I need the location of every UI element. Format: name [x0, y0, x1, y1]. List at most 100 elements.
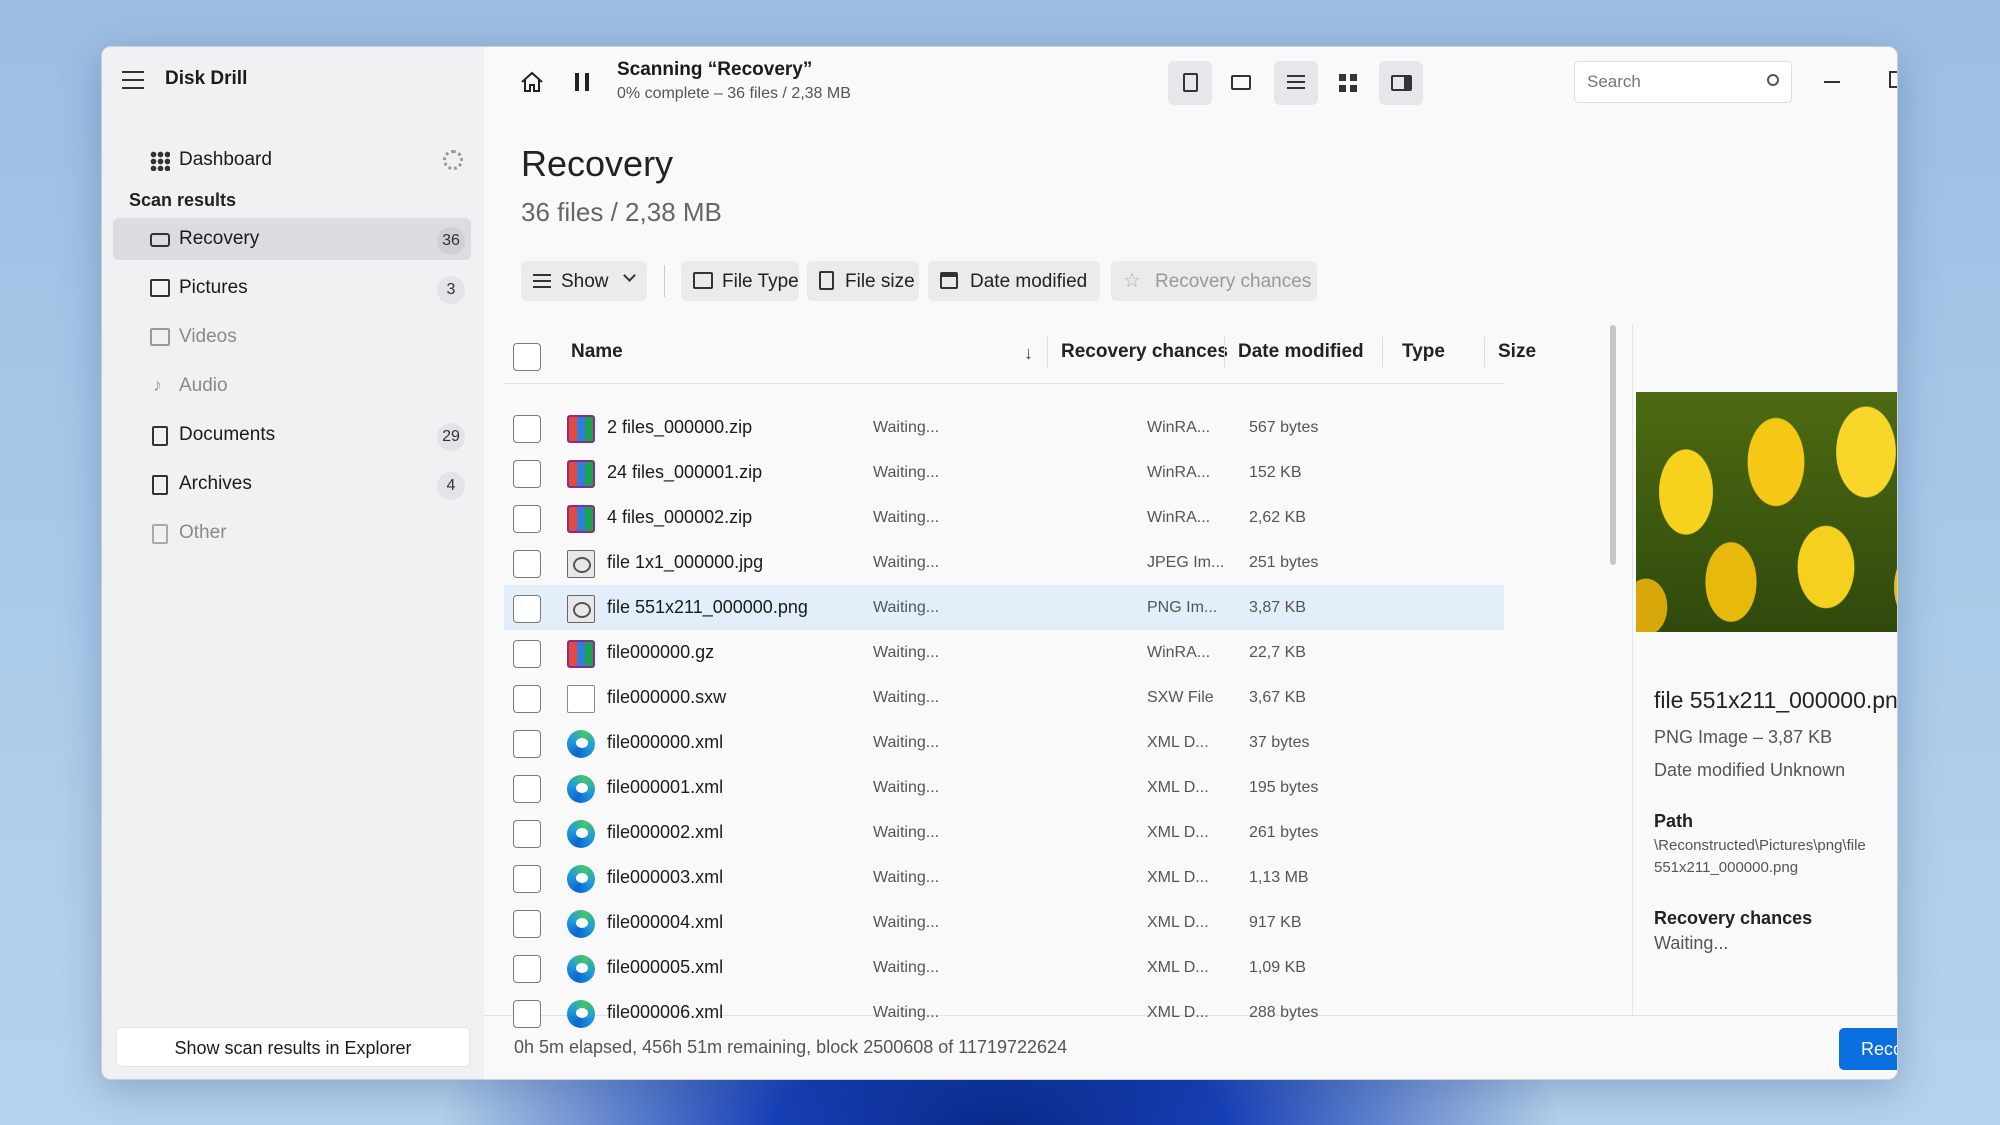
- chip-label: Show: [561, 271, 609, 292]
- select-all-checkbox[interactable]: [513, 343, 541, 371]
- row-checkbox[interactable]: [513, 415, 541, 443]
- file-type: XML D...: [1147, 914, 1209, 931]
- folder-view-button[interactable]: [1219, 61, 1263, 105]
- file-name: 2 files_000000.zip: [607, 417, 753, 437]
- column-header-type[interactable]: Type: [1402, 341, 1445, 363]
- row-checkbox[interactable]: [513, 955, 541, 983]
- show-filter-dropdown[interactable]: Show: [521, 261, 647, 301]
- row-checkbox[interactable]: [513, 910, 541, 938]
- hamburger-menu-icon[interactable]: [122, 71, 144, 89]
- table-row[interactable]: file000003.xml Waiting... XML D... 1,13 MB: [504, 855, 1504, 900]
- recovery-status: Waiting...: [873, 914, 940, 931]
- file-name: file 551x211_000000.png: [607, 597, 808, 617]
- row-checkbox[interactable]: [513, 775, 541, 803]
- maximize-button[interactable]: [1889, 71, 1897, 88]
- path-value-line2: 551x211_000000.png: [1654, 859, 1799, 876]
- table-row[interactable]: 2 files_000000.zip Waiting... WinRA... 567 …: [504, 405, 1504, 450]
- sidebar-item-label: Videos: [179, 326, 237, 347]
- row-checkbox[interactable]: [513, 595, 541, 623]
- sidebar-item-archives[interactable]: Archives 4: [113, 463, 471, 505]
- recovery-chances-filter[interactable]: ☆ Recovery chances: [1111, 261, 1317, 301]
- file-name: 24 files_000001.zip: [607, 462, 763, 482]
- xml-file-icon: [567, 820, 595, 848]
- sidebar-item-label: Pictures: [179, 277, 248, 298]
- preview-pane-icon: [1391, 75, 1412, 91]
- row-checkbox[interactable]: [513, 1000, 541, 1028]
- table-row[interactable]: file000006.xml Waiting... XML D... 288 byte…: [504, 990, 1504, 1035]
- sidebar-item-audio[interactable]: ♪ Audio: [113, 365, 471, 407]
- sidebar-item-label: Recovery: [179, 228, 260, 249]
- file-type: XML D...: [1147, 824, 1209, 841]
- sort-down-icon[interactable]: ↓: [1024, 343, 1033, 364]
- file-size-filter[interactable]: File size: [807, 261, 919, 301]
- show-in-explorer-button[interactable]: Show scan results in Explorer: [116, 1027, 470, 1067]
- pause-icon[interactable]: [575, 73, 589, 91]
- scrollbar[interactable]: [1610, 325, 1616, 565]
- minimize-button[interactable]: [1824, 81, 1840, 83]
- date-modified-filter[interactable]: Date modified: [928, 261, 1100, 301]
- search-field[interactable]: [1587, 72, 1747, 92]
- picture-icon: [150, 279, 170, 297]
- sidebar-item-videos[interactable]: Videos: [113, 316, 471, 358]
- file-type-filter[interactable]: File Type: [681, 261, 799, 301]
- sidebar-item-other[interactable]: Other: [113, 512, 471, 554]
- row-checkbox[interactable]: [513, 730, 541, 758]
- table-row[interactable]: 4 files_000002.zip Waiting... WinRA... 2,62…: [504, 495, 1504, 540]
- row-checkbox[interactable]: [513, 505, 541, 533]
- sidebar-item-recovery[interactable]: Recovery 36: [113, 218, 471, 260]
- column-header-recovery[interactable]: Recovery chances: [1061, 341, 1228, 363]
- table-row[interactable]: file000004.xml Waiting... XML D... 917 KB: [504, 900, 1504, 945]
- row-checkbox[interactable]: [513, 640, 541, 668]
- row-checkbox[interactable]: [513, 460, 541, 488]
- column-header-name[interactable]: Name: [571, 341, 623, 363]
- preview-toggle-button[interactable]: [1379, 61, 1423, 105]
- grid-view-button[interactable]: [1326, 61, 1370, 105]
- recovery-status: Waiting...: [873, 824, 940, 841]
- column-divider: [1484, 337, 1485, 367]
- recovery-status: Waiting...: [873, 419, 940, 436]
- calendar-icon: [940, 272, 958, 289]
- recovery-status: Waiting...: [873, 644, 940, 661]
- recovery-chances-value: Waiting...: [1654, 933, 1729, 953]
- table-row[interactable]: 24 files_000001.zip Waiting... WinRA... 152…: [504, 450, 1504, 495]
- table-row[interactable]: file 1x1_000000.jpg Waiting... JPEG Im... 2…: [504, 540, 1504, 585]
- file-type: PNG Im...: [1147, 599, 1218, 616]
- sidebar-item-documents[interactable]: Documents 29: [113, 414, 471, 456]
- file-name: file000000.sxw: [607, 687, 727, 707]
- file-name: file000002.xml: [607, 822, 724, 842]
- file-name: file000000.xml: [607, 732, 724, 752]
- recovery-status: Waiting...: [873, 959, 940, 976]
- row-checkbox[interactable]: [513, 550, 541, 578]
- table-row[interactable]: file000002.xml Waiting... XML D... 261 byte…: [504, 810, 1504, 855]
- document-icon: [152, 426, 168, 446]
- archive-file-icon: [567, 505, 595, 533]
- recovery-status: Waiting...: [873, 464, 940, 481]
- recover-all-button[interactable]: Recover all...: [1839, 1028, 1897, 1070]
- xml-file-icon: [567, 865, 595, 893]
- table-row[interactable]: file000000.sxw Waiting... SXW File 3,67 KB: [504, 675, 1504, 720]
- row-checkbox[interactable]: [513, 820, 541, 848]
- xml-file-icon: [567, 730, 595, 758]
- file-type: WinRA...: [1147, 419, 1211, 436]
- music-note-icon: ♪: [153, 375, 162, 395]
- search-input[interactable]: [1574, 61, 1792, 103]
- recovery-status: Waiting...: [873, 869, 940, 886]
- table-row[interactable]: file000001.xml Waiting... XML D... 195 byte…: [504, 765, 1504, 810]
- file-view-button[interactable]: [1168, 61, 1212, 105]
- table-row[interactable]: file000000.xml Waiting... XML D... 37 bytes: [504, 720, 1504, 765]
- column-divider: [1047, 337, 1048, 367]
- image-file-icon: [567, 595, 595, 623]
- file-name: file000000.gz: [607, 642, 715, 662]
- row-checkbox[interactable]: [513, 685, 541, 713]
- column-header-size[interactable]: Size: [1498, 341, 1536, 363]
- table-row[interactable]: file 551x211_000000.png Waiting... PNG Im.…: [504, 585, 1504, 630]
- sidebar-item-dashboard[interactable]: Dashboard: [113, 139, 471, 181]
- table-row[interactable]: file000005.xml Waiting... XML D... 1,09 KB: [504, 945, 1504, 990]
- sidebar-item-pictures[interactable]: Pictures 3: [113, 267, 471, 309]
- list-view-button[interactable]: [1274, 61, 1318, 105]
- home-icon[interactable]: [520, 71, 544, 93]
- column-header-date[interactable]: Date modified: [1238, 341, 1364, 363]
- table-row[interactable]: file000000.gz Waiting... WinRA... 22,7 KB: [504, 630, 1504, 675]
- file-type: JPEG Im...: [1147, 554, 1225, 571]
- row-checkbox[interactable]: [513, 865, 541, 893]
